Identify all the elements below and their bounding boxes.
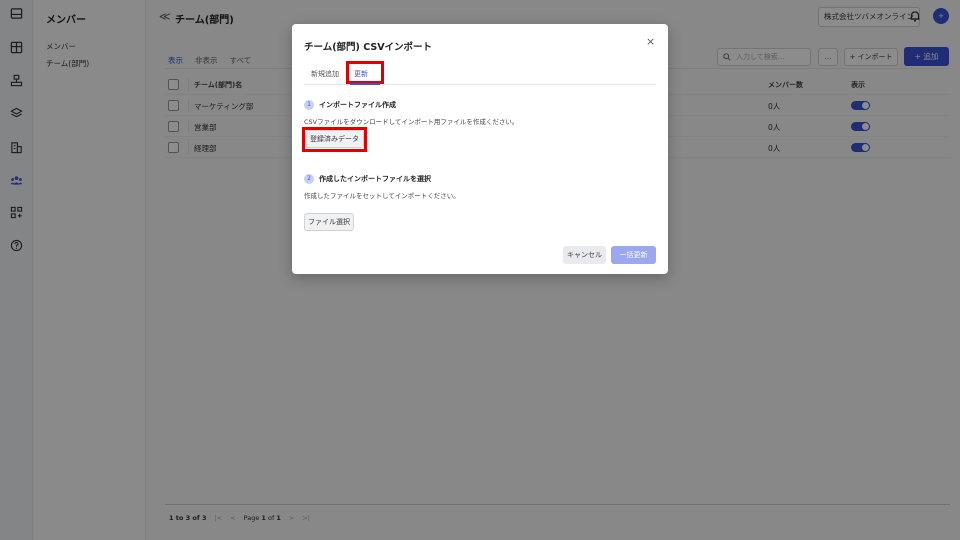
step-2-heading: 2 作成したインポートファイルを選択	[304, 174, 431, 184]
csv-import-modal: チーム(部門) CSVインポート × 新規追加 更新 1 インポートファイル作成…	[292, 24, 668, 274]
step-2-number: 2	[304, 174, 314, 184]
cancel-button[interactable]: キャンセル	[563, 246, 606, 264]
tab-new[interactable]: 新規追加	[311, 69, 339, 79]
step-2-description: 作成したファイルをセットしてインポートください。	[304, 192, 460, 200]
registered-data-highlight	[302, 127, 367, 152]
close-icon[interactable]: ×	[646, 35, 655, 48]
file-select-button[interactable]: ファイル選択	[304, 213, 354, 231]
step-2-title: 作成したインポートファイルを選択	[319, 175, 431, 183]
bulk-update-button[interactable]: 一括更新	[611, 246, 656, 264]
step-1-description: CSVファイルをダウンロードしてインポート用ファイルを作成ください。	[304, 118, 519, 126]
step-1-heading: 1 インポートファイル作成	[304, 100, 396, 110]
step-1-title: インポートファイル作成	[319, 101, 396, 109]
modal-title: チーム(部門) CSVインポート	[304, 42, 433, 53]
step-1-number: 1	[304, 100, 314, 110]
tab-update-highlight	[346, 61, 384, 84]
active-tab-indicator	[350, 83, 380, 85]
